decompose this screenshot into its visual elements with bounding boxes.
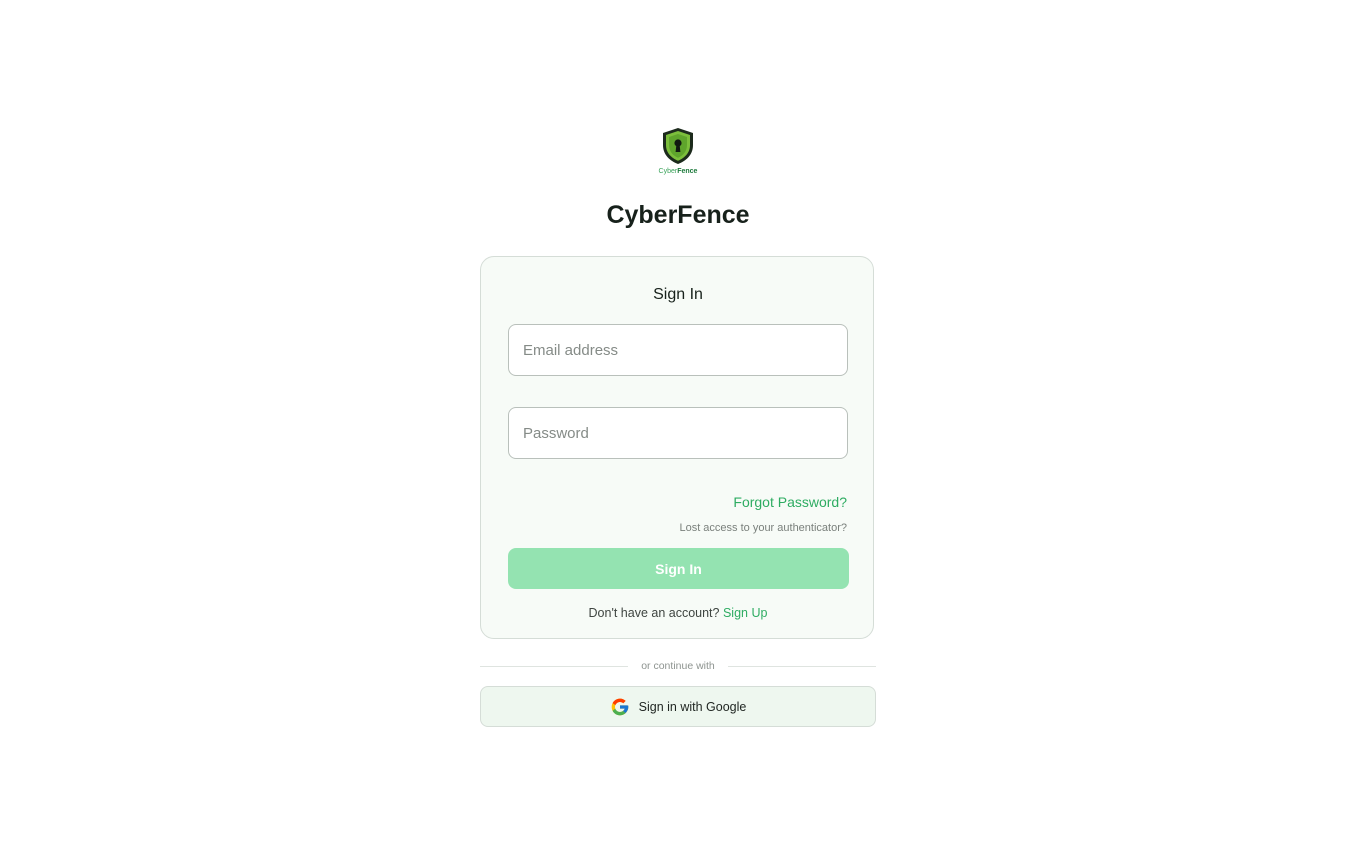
logo-wordmark-part1: Cyber: [658, 168, 678, 175]
forgot-password-link[interactable]: Forgot Password?: [733, 493, 847, 511]
google-icon: [611, 698, 628, 715]
signup-link[interactable]: Sign Up: [723, 606, 767, 620]
brand-logo: CyberFence: [650, 126, 706, 178]
lost-authenticator-link[interactable]: Lost access to your authenticator?: [679, 521, 847, 535]
signin-title: Sign In: [653, 286, 703, 303]
password-field[interactable]: [508, 407, 848, 459]
divider-line-right: [728, 666, 876, 667]
google-signin-label: Sign in with Google: [638, 699, 747, 714]
shield-keyhole-icon: [663, 128, 693, 164]
signup-prompt: Don't have an account? Sign Up: [481, 605, 875, 621]
logo-wordmark: CyberFence: [650, 168, 706, 176]
or-divider: or continue with: [480, 658, 876, 674]
login-page: CyberFence CyberFence Sign In Forgot Pas…: [0, 0, 1356, 847]
email-field[interactable]: [508, 324, 848, 376]
google-signin-button[interactable]: Sign in with Google: [480, 686, 876, 727]
app-title: CyberFence: [606, 201, 750, 229]
signin-card: Sign In Forgot Password? Lost access to …: [480, 256, 874, 639]
logo-wordmark-part2: Fence: [677, 168, 698, 175]
signin-button[interactable]: Sign In: [508, 548, 849, 589]
no-account-text: Don't have an account?: [588, 606, 720, 620]
